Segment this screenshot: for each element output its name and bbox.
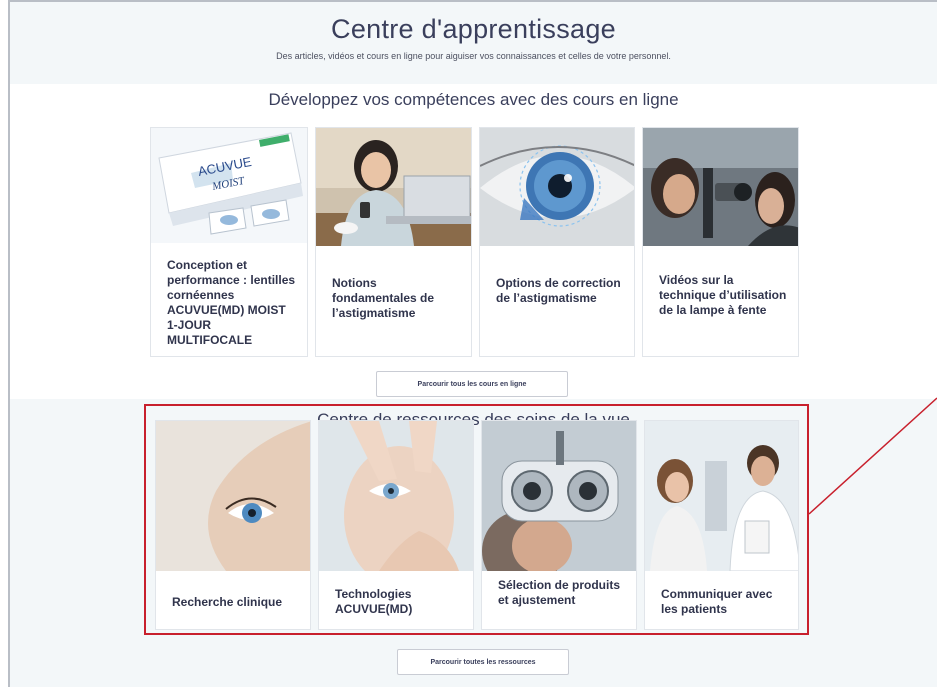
browse-resources-button[interactable]: Parcourir toutes les ressources [397,649,569,675]
highlight-pointer-line [808,397,937,515]
